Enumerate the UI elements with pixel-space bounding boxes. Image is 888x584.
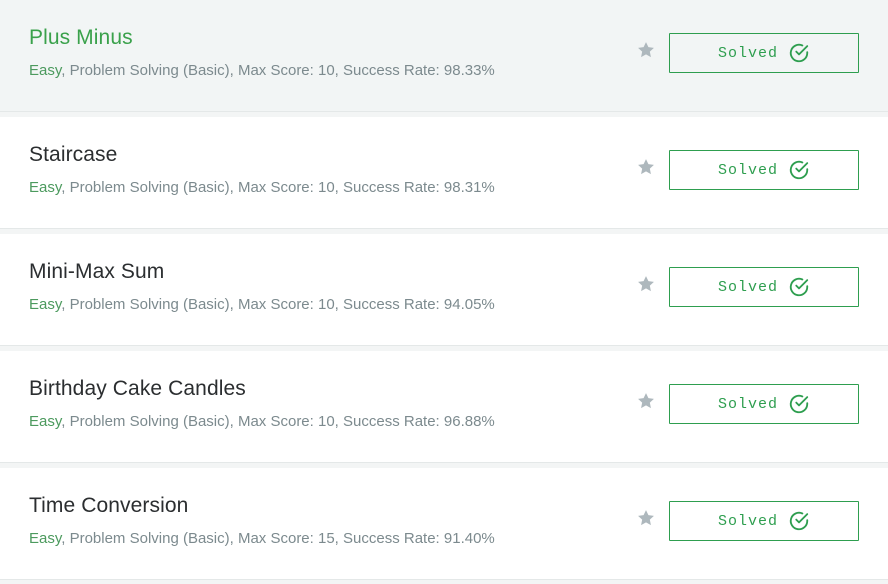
- challenge-card[interactable]: Mini-Max Sum Easy, Problem Solving (Basi…: [0, 234, 888, 346]
- challenge-meta: Easy, Problem Solving (Basic), Max Score…: [29, 62, 495, 79]
- star-icon[interactable]: [636, 274, 656, 294]
- star-icon[interactable]: [636, 157, 656, 177]
- challenge-details: , Problem Solving (Basic), Max Score: 10…: [61, 179, 495, 196]
- challenge-card[interactable]: Time Conversion Easy, Problem Solving (B…: [0, 468, 888, 580]
- star-icon[interactable]: [636, 40, 656, 60]
- check-circle-icon: [789, 43, 809, 63]
- challenge-details: , Problem Solving (Basic), Max Score: 10…: [61, 413, 495, 430]
- challenge-card[interactable]: Birthday Cake Candles Easy, Problem Solv…: [0, 351, 888, 463]
- check-circle-icon: [789, 160, 809, 180]
- challenge-meta: Easy, Problem Solving (Basic), Max Score…: [29, 530, 495, 547]
- check-circle-icon: [789, 394, 809, 414]
- challenge-meta: Easy, Problem Solving (Basic), Max Score…: [29, 296, 495, 313]
- challenge-title[interactable]: Mini-Max Sum: [29, 260, 164, 284]
- challenge-meta: Easy, Problem Solving (Basic), Max Score…: [29, 413, 495, 430]
- star-icon[interactable]: [636, 391, 656, 411]
- challenge-title[interactable]: Birthday Cake Candles: [29, 377, 246, 401]
- solved-label: Solved: [717, 395, 778, 413]
- solved-label: Solved: [717, 161, 778, 179]
- difficulty-label: Easy: [29, 62, 62, 79]
- challenge-card[interactable]: Staircase Easy, Problem Solving (Basic),…: [0, 117, 888, 229]
- solved-button[interactable]: Solved: [669, 33, 859, 73]
- challenge-details: , Problem Solving (Basic), Max Score: 15…: [61, 530, 495, 547]
- solved-button[interactable]: Solved: [669, 384, 859, 424]
- solved-button[interactable]: Solved: [669, 267, 859, 307]
- challenge-details: , Problem Solving (Basic), Max Score: 10…: [61, 62, 495, 79]
- solved-label: Solved: [717, 44, 778, 62]
- challenge-meta: Easy, Problem Solving (Basic), Max Score…: [29, 179, 495, 196]
- star-icon[interactable]: [636, 508, 656, 528]
- solved-button[interactable]: Solved: [669, 501, 859, 541]
- check-circle-icon: [789, 277, 809, 297]
- challenge-details: , Problem Solving (Basic), Max Score: 10…: [61, 296, 495, 313]
- challenge-list: Plus Minus Easy, Problem Solving (Basic)…: [0, 0, 888, 584]
- solved-label: Solved: [717, 278, 778, 296]
- difficulty-label: Easy: [29, 530, 62, 547]
- challenge-title[interactable]: Plus Minus: [29, 26, 133, 50]
- challenge-card[interactable]: Plus Minus Easy, Problem Solving (Basic)…: [0, 0, 888, 112]
- challenge-title[interactable]: Time Conversion: [29, 494, 188, 518]
- difficulty-label: Easy: [29, 413, 62, 430]
- solved-label: Solved: [717, 512, 778, 530]
- difficulty-label: Easy: [29, 179, 62, 196]
- solved-button[interactable]: Solved: [669, 150, 859, 190]
- difficulty-label: Easy: [29, 296, 62, 313]
- challenge-title[interactable]: Staircase: [29, 143, 117, 167]
- check-circle-icon: [789, 511, 809, 531]
